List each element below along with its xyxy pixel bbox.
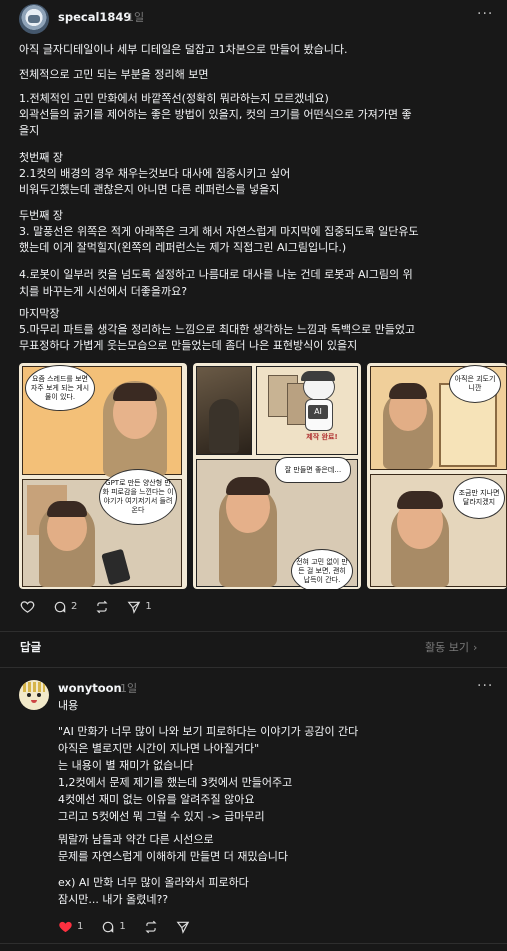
post-paragraph: 두번째 장 3. 말풍선은 위쪽은 적게 아래쪽은 크게 해서 자연스럽게 마지… [19, 209, 419, 254]
reply-quote: "AI 만화가 너무 많이 나와 보기 피로하다는 이야기가 공감이 간다 아직… [58, 725, 359, 823]
repost-button[interactable] [144, 920, 158, 934]
comic-page-2[interactable]: AI 제작 완료! 잘 만들면 좋은데… 전혀 고민 없이 만든 걸 보면, 괜… [193, 363, 361, 589]
post-actions: 2 1 [20, 598, 152, 615]
post-paragraph: 1.전체적인 고민 만화에서 바깥쪽선(정확히 뭐라하는지 모르겠네요) 외곽선… [19, 92, 412, 137]
reply-intro: 내용 [58, 699, 79, 712]
share-button[interactable] [176, 920, 190, 934]
reply-actions: 1 1 [58, 918, 190, 935]
chevron-right-icon: › [472, 641, 478, 654]
heart-icon [20, 601, 35, 613]
more-options-icon[interactable]: ··· [477, 6, 493, 23]
speech-bubble: 조금만 지나면 달라지겠지 [453, 477, 505, 519]
reply-username[interactable]: wonytoon [58, 680, 122, 697]
share-icon [176, 921, 189, 934]
share-button[interactable]: 1 [127, 598, 152, 615]
divider [0, 631, 507, 632]
speech-bubble: 잘 만들면 좋은데… [275, 457, 351, 483]
post-paragraph: 첫번째 장 2.1컷의 배경의 경우 채우는것보다 대사에 집중시키고 싶어 비… [19, 151, 291, 196]
activity-label: 활동 보기 [425, 641, 469, 654]
post-timestamp: 1일 [127, 11, 145, 24]
post-paragraph: 전체적으로 고민 되는 부분을 정리해 보면 [19, 68, 209, 81]
activity-link[interactable]: 활동 보기 › [425, 639, 477, 656]
comic-images[interactable]: 요즘 스레드를 보면 자주 보게 되는 게시물이 있다. GPT로 만든 양산형… [19, 363, 507, 589]
comic-page-3[interactable]: 아직은 괴도기니깐 조금만 지나면 달라지겠지 [367, 363, 507, 589]
repost-button[interactable] [95, 600, 109, 614]
speech-bubble: 전혀 고민 없이 만든 걸 보면, 괜히 납득이 간다. [291, 549, 353, 589]
reply-paragraph: ex) AI 만화 너무 많이 올라와서 피로하다 잠시만... 내가 올렸네?… [58, 876, 249, 906]
like-count: 1 [77, 921, 84, 932]
reply-avatar[interactable] [19, 680, 49, 710]
avatar[interactable] [19, 4, 49, 34]
reply-paragraph: 뭐랄까 남들과 약간 다른 시선으로 문제를 자연스럽게 이해하게 만들면 더 … [58, 833, 289, 863]
comment-count: 1 [119, 921, 126, 932]
post-paragraph: 아직 글자디테일이나 세부 디테일은 덜잡고 1차본으로 만들어 봤습니다. [19, 43, 348, 56]
speech-bubble: 요즘 스레드를 보면 자주 보게 되는 게시물이 있다. [25, 365, 95, 411]
post-paragraph: 4.로봇이 일부러 컷을 넘도록 설정하고 나름대로 대사를 나눈 건데 로봇과… [19, 268, 413, 298]
speech-bubble: 아직은 괴도기니깐 [449, 365, 501, 403]
more-options-icon[interactable]: ··· [477, 678, 493, 695]
speech-bubble: GPT로 만든 양산형 만화 피로감을 느낀다는 이야기가 여기저기서 들려온다 [99, 469, 177, 525]
post-paragraph: 마지막장 5.마무리 파트를 생각을 정리하는 느낌으로 최대한 생각하는 느낌… [19, 307, 416, 352]
comment-icon [54, 601, 66, 613]
like-button[interactable] [20, 599, 35, 614]
share-icon [127, 601, 141, 614]
robot-caption: 제작 완료! [306, 433, 338, 441]
divider [0, 943, 507, 944]
repost-icon [145, 920, 157, 933]
comic-page-1[interactable]: 요즘 스레드를 보면 자주 보게 되는 게시물이 있다. GPT로 만든 양산형… [19, 363, 187, 589]
comment-button[interactable]: 2 [53, 598, 77, 615]
post-username[interactable]: specal1849 [58, 9, 131, 26]
like-button[interactable]: 1 [58, 918, 83, 935]
repost-icon [96, 600, 108, 613]
replies-label: 답글 [20, 640, 42, 654]
comment-icon [103, 921, 114, 933]
reply-timestamp: 1일 [120, 682, 138, 695]
divider [0, 667, 507, 668]
comment-button[interactable]: 1 [101, 918, 126, 935]
share-count: 1 [145, 601, 152, 612]
heart-filled-icon [59, 921, 72, 933]
comment-count: 2 [71, 601, 78, 612]
robot-badge: AI [308, 405, 328, 419]
